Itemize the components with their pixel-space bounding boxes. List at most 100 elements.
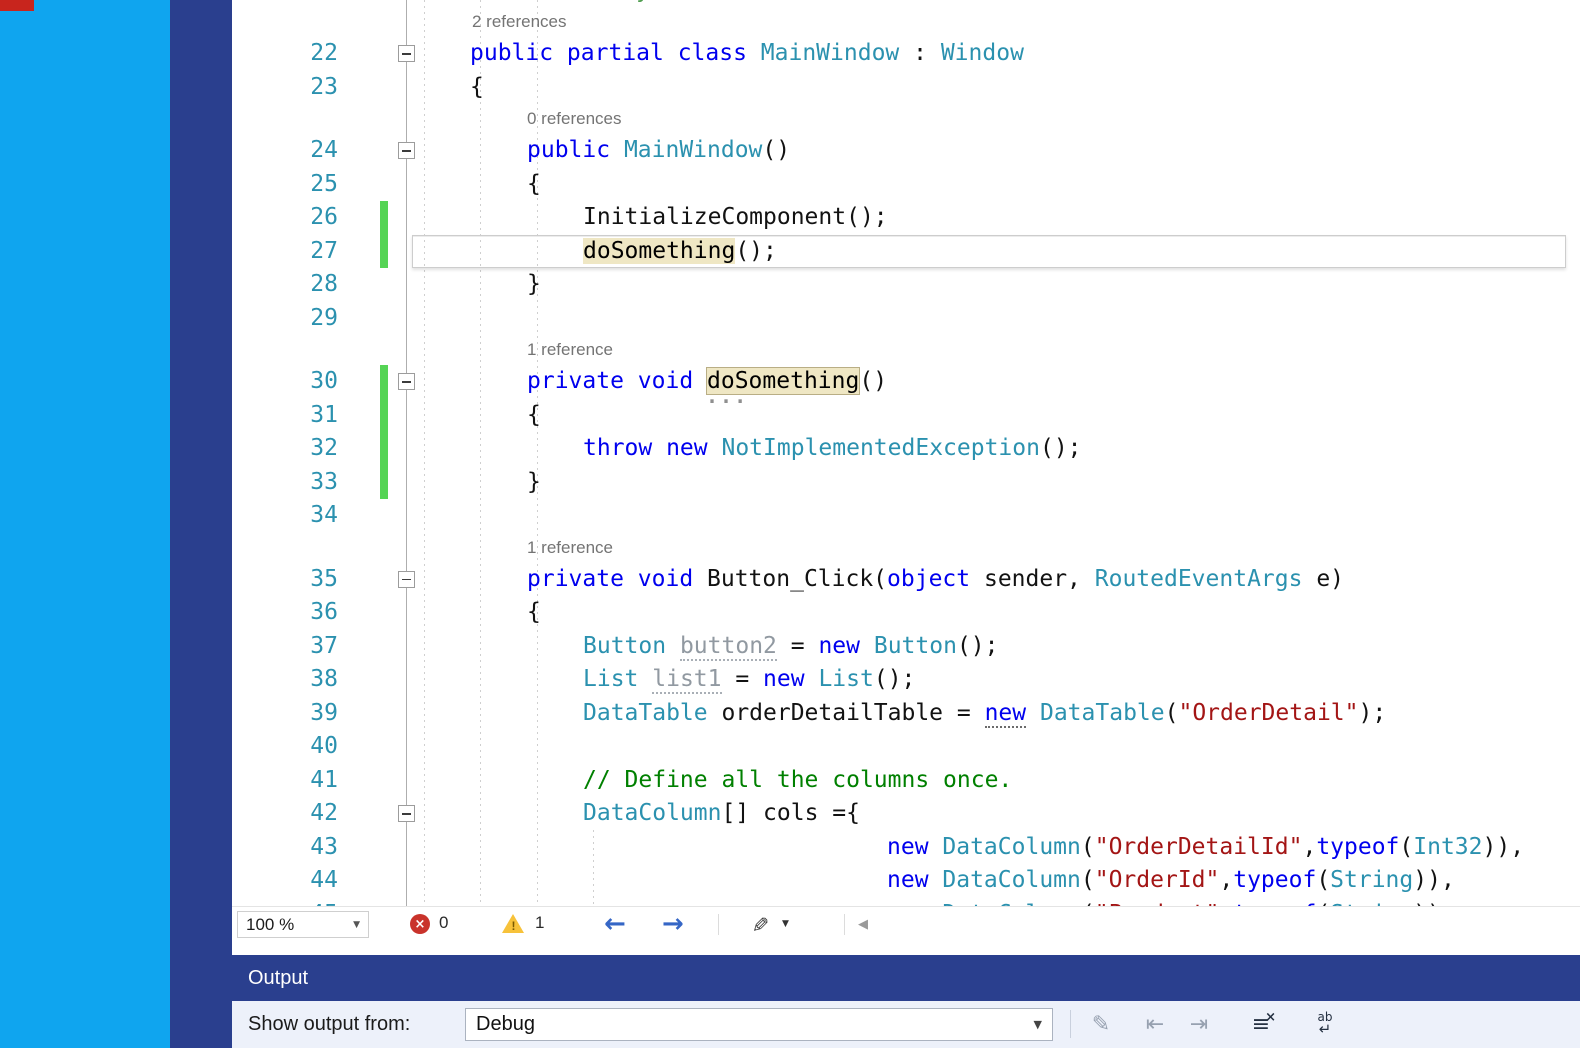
line-number: 32 bbox=[232, 432, 338, 466]
change-tracking-bar bbox=[380, 399, 388, 433]
fold-margin bbox=[394, 630, 420, 664]
code-text: // Define all the columns once. bbox=[583, 764, 1012, 798]
code-line-29[interactable]: 29 bbox=[232, 302, 1580, 336]
change-tracking-empty bbox=[380, 37, 388, 71]
quick-actions-dots-icon[interactable]: ... bbox=[706, 384, 748, 408]
code-text: doSomething(); bbox=[583, 235, 777, 269]
change-tracking-empty bbox=[380, 663, 388, 697]
fold-margin bbox=[394, 399, 420, 433]
code-line-34[interactable]: 34 bbox=[232, 499, 1580, 533]
code-line-30[interactable]: 30private void doSomething() bbox=[232, 365, 1580, 399]
code-line-22[interactable]: 22public partial class MainWindow : Wind… bbox=[232, 37, 1580, 71]
output-toolbar: Show output from: Debug ▼ ✎ ⇤ ⇥ ≡ × ab ↵ bbox=[232, 1001, 1580, 1048]
code-lines[interactable]: /// </summary>2 references22public parti… bbox=[232, 0, 1580, 906]
code-text: { bbox=[527, 399, 541, 433]
find-message-icon[interactable]: ✎ bbox=[1084, 1008, 1118, 1040]
code-line-31[interactable]: 31 { bbox=[232, 399, 1580, 433]
code-line-33[interactable]: 33} bbox=[232, 466, 1580, 500]
code-line-38[interactable]: 38List list1 = new List(); bbox=[232, 663, 1580, 697]
code-text: { bbox=[527, 168, 541, 202]
change-tracking-empty bbox=[380, 134, 388, 168]
code-line-44[interactable]: 44new DataColumn("OrderId",typeof(String… bbox=[232, 864, 1580, 898]
codelens-indicator[interactable]: 0 references bbox=[232, 104, 1580, 134]
code-text: public MainWindow() bbox=[527, 134, 790, 168]
collapse-box-icon[interactable] bbox=[398, 45, 415, 62]
collapse-box-icon[interactable] bbox=[398, 142, 415, 159]
code-line-41[interactable]: 41// Define all the columns once. bbox=[232, 764, 1580, 798]
code-line-24[interactable]: 24public MainWindow() bbox=[232, 134, 1580, 168]
line-number: 23 bbox=[232, 71, 338, 105]
code-line-26[interactable]: 26InitializeComponent(); bbox=[232, 201, 1580, 235]
line-number: 31 bbox=[232, 399, 338, 433]
warning-icon[interactable]: ! bbox=[502, 913, 525, 934]
fold-margin bbox=[394, 168, 420, 202]
output-source-value: Debug bbox=[476, 1013, 535, 1036]
fold-margin bbox=[394, 71, 420, 105]
code-line-42[interactable]: 42DataColumn[] cols ={ bbox=[232, 797, 1580, 831]
codelens-indicator[interactable]: 1 reference bbox=[232, 335, 1580, 365]
fold-margin bbox=[394, 499, 420, 533]
separator bbox=[844, 914, 845, 935]
fold-margin bbox=[394, 697, 420, 731]
code-editor[interactable]: /// </summary>2 references22public parti… bbox=[232, 0, 1580, 906]
collapse-box-icon[interactable] bbox=[398, 571, 415, 588]
code-line-27[interactable]: 27doSomething(); bbox=[232, 235, 1580, 269]
output-panel-header[interactable]: Output bbox=[232, 955, 1580, 1001]
fold-margin[interactable] bbox=[394, 797, 420, 831]
line-number: 43 bbox=[232, 831, 338, 865]
code-line-35[interactable]: 35private void Button_Click(object sende… bbox=[232, 563, 1580, 597]
previous-message-icon[interactable]: ⇤ bbox=[1138, 1008, 1172, 1040]
clear-all-icon[interactable]: ≡ × bbox=[1244, 1008, 1278, 1040]
code-line-45[interactable]: 45new DataColumn("Product",typeof(String… bbox=[232, 898, 1580, 907]
collapse-box-icon[interactable] bbox=[398, 373, 415, 390]
code-line-36[interactable]: 36{ bbox=[232, 596, 1580, 630]
code-line-partial[interactable]: /// </summary> bbox=[232, 0, 1580, 7]
change-tracking-empty bbox=[380, 864, 388, 898]
navigate-forward-icon[interactable]: → bbox=[662, 907, 684, 942]
fold-margin bbox=[394, 764, 420, 798]
code-text: List list1 = new List(); bbox=[583, 663, 915, 697]
code-text: InitializeComponent(); bbox=[583, 201, 888, 235]
fold-margin[interactable] bbox=[394, 563, 420, 597]
fold-margin bbox=[394, 268, 420, 302]
collapse-box-icon[interactable] bbox=[398, 805, 415, 822]
word-wrap-icon[interactable]: ab ↵ bbox=[1308, 1008, 1342, 1040]
line-number: 35 bbox=[232, 563, 338, 597]
zoom-value: 100 % bbox=[246, 915, 294, 935]
fold-margin bbox=[394, 432, 420, 466]
change-tracking-empty bbox=[380, 898, 388, 907]
fold-margin[interactable] bbox=[394, 37, 420, 71]
highlight-marker-icon[interactable]: ✎ bbox=[743, 916, 774, 934]
hscroll-left-arrow-icon[interactable]: ◀ bbox=[858, 916, 868, 933]
code-line-25[interactable]: 25{ bbox=[232, 168, 1580, 202]
code-line-28[interactable]: 28} bbox=[232, 268, 1580, 302]
line-number: 37 bbox=[232, 630, 338, 664]
navigate-back-icon[interactable]: ← bbox=[604, 907, 626, 942]
change-tracking-empty bbox=[380, 563, 388, 597]
code-line-23[interactable]: 23{ bbox=[232, 71, 1580, 105]
code-line-37[interactable]: 37Button button2 = new Button(); bbox=[232, 630, 1580, 664]
codelens-indicator[interactable]: 2 references bbox=[232, 7, 1580, 37]
output-source-select[interactable]: Debug ▼ bbox=[465, 1008, 1053, 1041]
change-tracking-empty bbox=[380, 730, 388, 764]
code-text: DataTable orderDetailTable = new DataTab… bbox=[583, 697, 1386, 731]
fold-margin bbox=[394, 596, 420, 630]
zoom-select[interactable]: 100 % ▼ bbox=[237, 911, 369, 938]
code-text: { bbox=[527, 596, 541, 630]
codelens-indicator[interactable]: 1 reference bbox=[232, 533, 1580, 563]
fold-margin[interactable] bbox=[394, 365, 420, 399]
line-number: 40 bbox=[232, 730, 338, 764]
code-text: public partial class MainWindow : Window bbox=[470, 37, 1024, 71]
code-line-32[interactable]: 32throw new NotImplementedException(); bbox=[232, 432, 1580, 466]
next-message-icon[interactable]: ⇥ bbox=[1182, 1008, 1216, 1040]
fold-margin[interactable] bbox=[394, 134, 420, 168]
code-text: } bbox=[527, 268, 541, 302]
fold-margin bbox=[394, 235, 420, 269]
code-line-39[interactable]: 39DataTable orderDetailTable = new DataT… bbox=[232, 697, 1580, 731]
code-line-43[interactable]: 43new DataColumn("OrderDetailId",typeof(… bbox=[232, 831, 1580, 865]
fold-margin bbox=[394, 898, 420, 907]
code-text: new DataColumn("OrderId",typeof(String))… bbox=[887, 864, 1455, 898]
error-icon[interactable]: × bbox=[410, 914, 430, 934]
chevron-down-icon[interactable]: ▼ bbox=[782, 919, 789, 929]
code-line-40[interactable]: 40 bbox=[232, 730, 1580, 764]
